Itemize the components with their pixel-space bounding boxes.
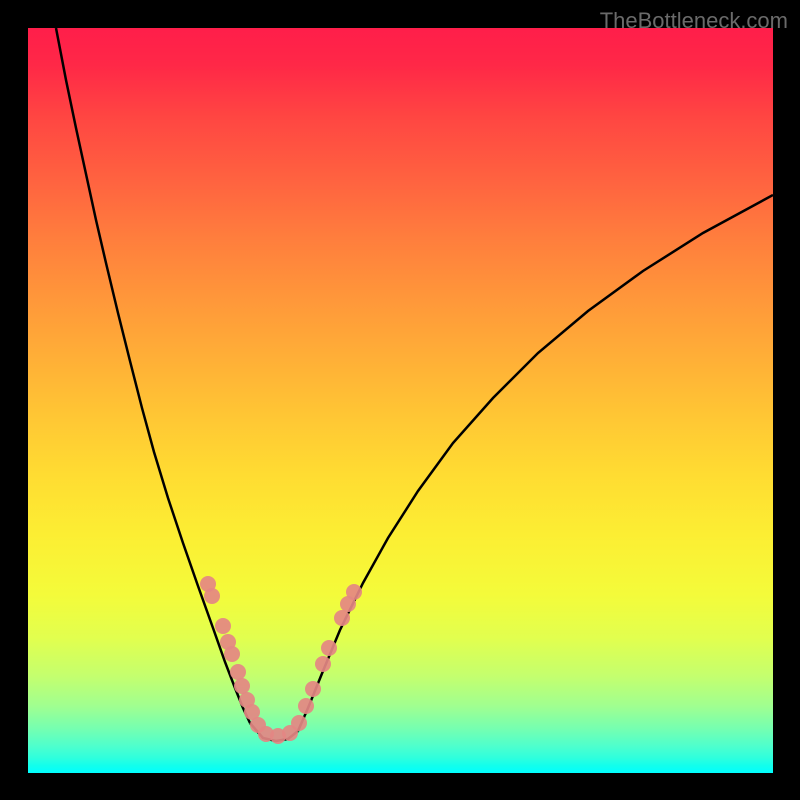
data-marker	[204, 588, 220, 604]
data-marker	[334, 610, 350, 626]
curve-right	[298, 195, 773, 731]
data-marker	[230, 664, 246, 680]
data-marker	[315, 656, 331, 672]
data-marker	[298, 698, 314, 714]
data-marker	[224, 646, 240, 662]
data-marker	[215, 618, 231, 634]
data-marker	[321, 640, 337, 656]
chart-svg	[28, 28, 773, 773]
data-marker	[305, 681, 321, 697]
watermark-text: TheBottleneck.com	[600, 8, 788, 34]
data-marker	[346, 584, 362, 600]
data-marker	[291, 715, 307, 731]
data-marker	[234, 678, 250, 694]
